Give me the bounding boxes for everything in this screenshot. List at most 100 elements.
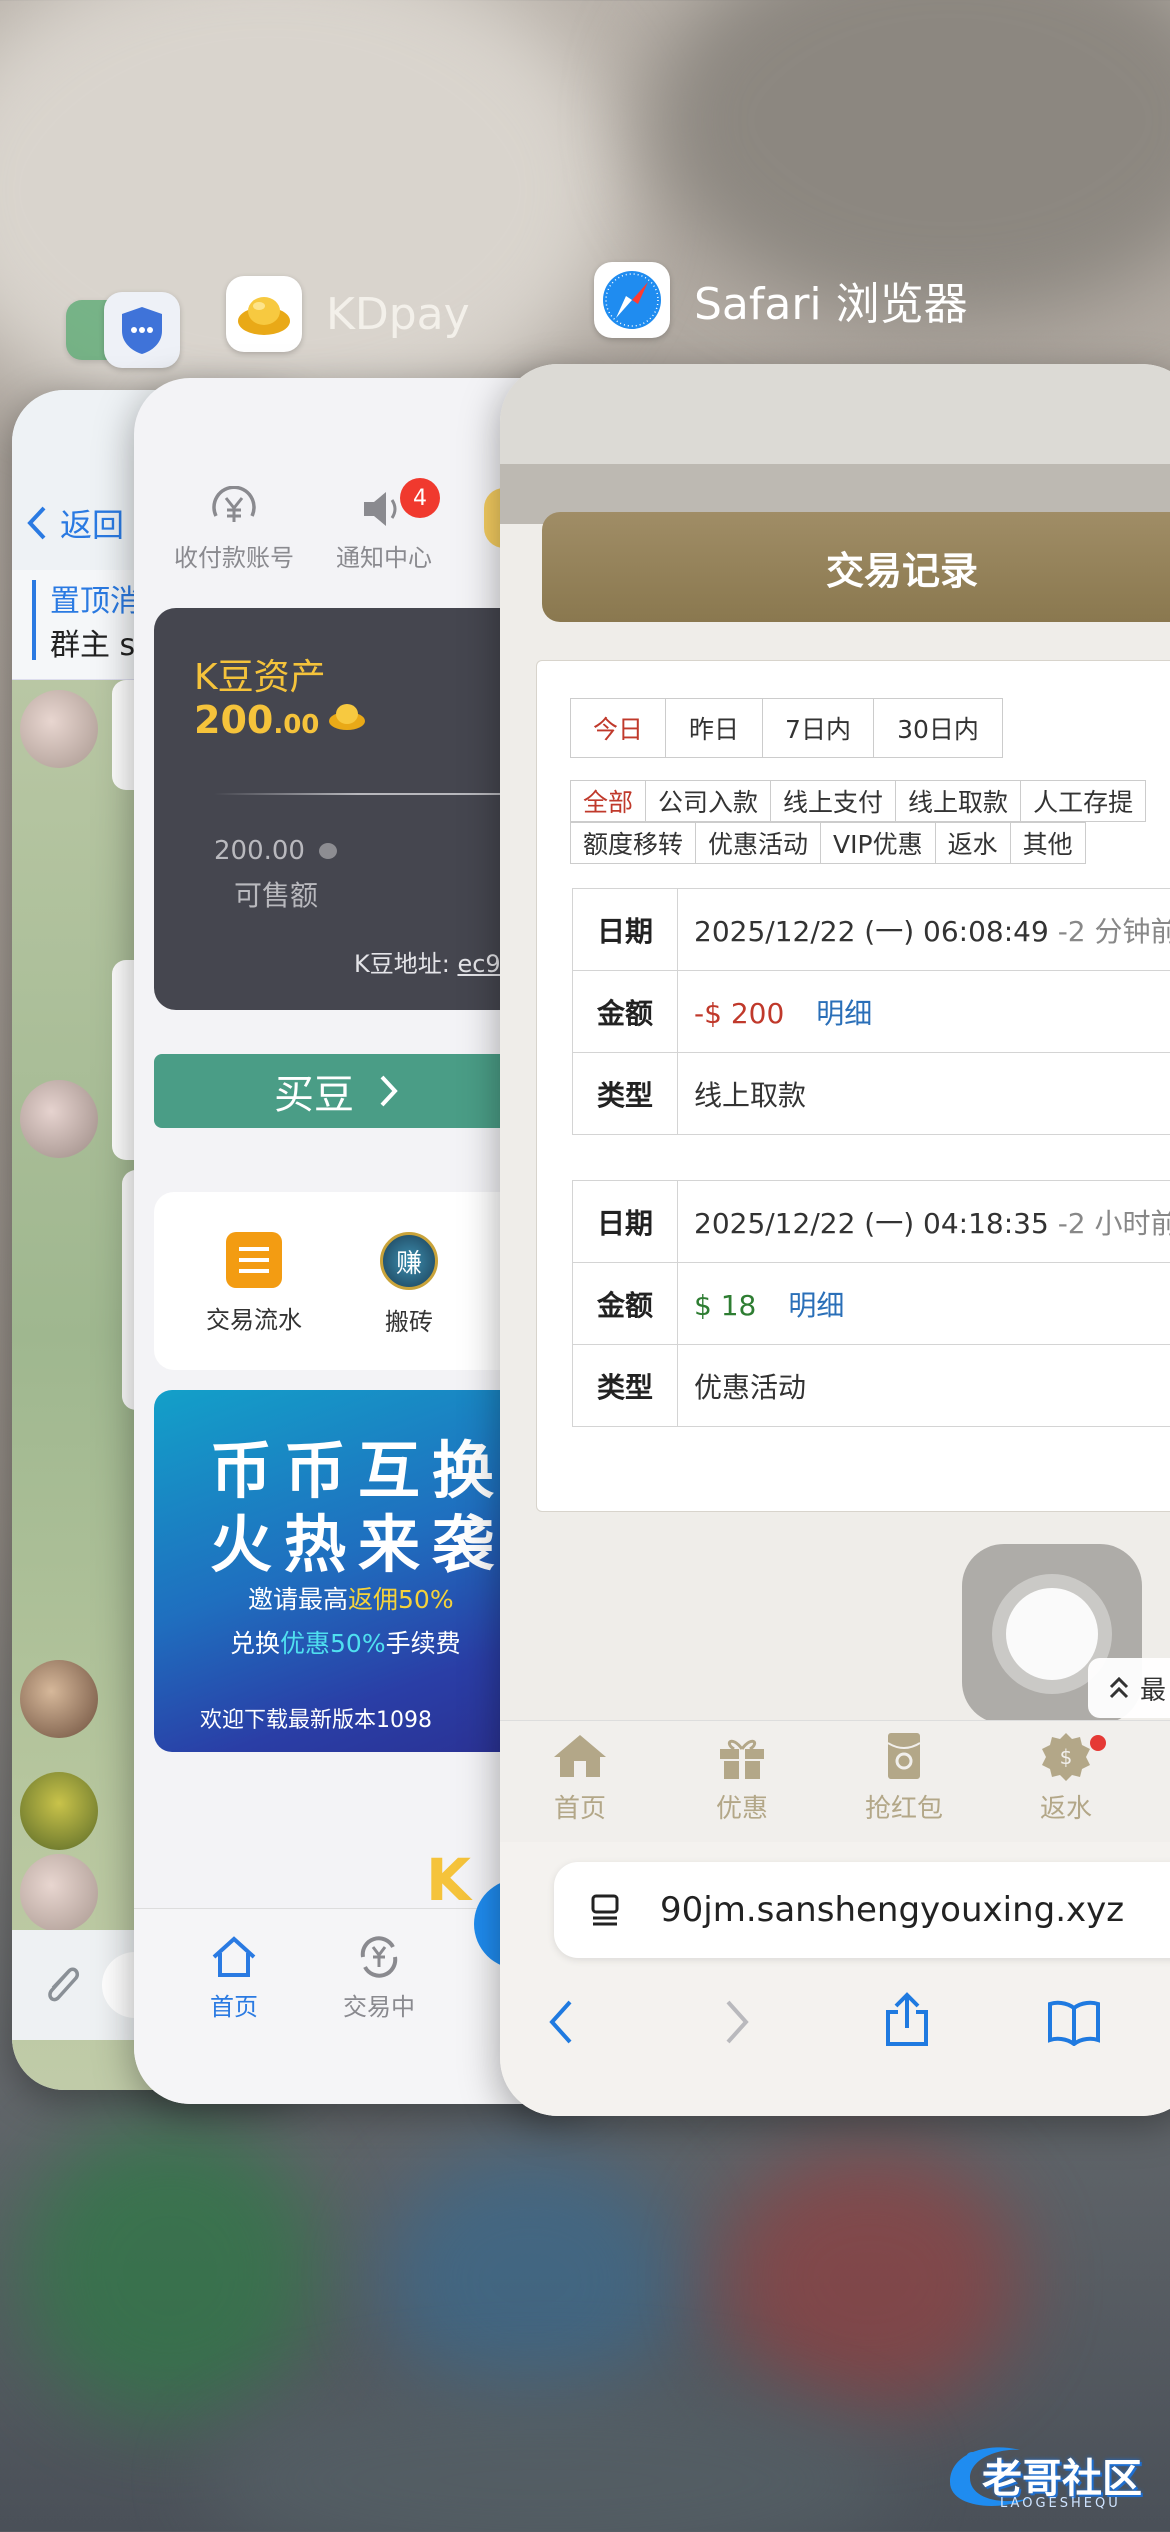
tab-trading-label: 交易中 — [343, 1993, 415, 2021]
banner-swap: 兑换优惠50%手续费 — [230, 1624, 461, 1660]
payment-account-nav[interactable]: 收付款账号 — [164, 485, 304, 573]
watermark-sub: LAOGESHEQU — [1000, 2496, 1121, 2511]
back-to-top-label: 最 — [1140, 1675, 1167, 1706]
status-bar-area — [500, 364, 1170, 464]
site-nav-promo[interactable]: 优惠 — [682, 1731, 802, 1825]
safari-toolbar: 90jm.sanshengyouxing.xyz — [500, 1842, 1170, 2116]
earn-label: 搬砖 — [385, 1308, 433, 1336]
address-label: K豆地址: — [354, 950, 450, 978]
paperclip-icon[interactable] — [40, 1958, 84, 2010]
table-row: 类型 优惠活动 — [572, 1344, 1170, 1427]
banner-download: 欢迎下载最新版本1098 — [200, 1708, 432, 1733]
record-amount-value: $ 18 — [694, 1288, 757, 1322]
sellable-value-text: 200.00 — [214, 836, 305, 866]
home-icon — [554, 1735, 606, 1777]
table-row: 日期 2025/12/22 (一) 04:18:35 -2 小时前 — [572, 1180, 1170, 1263]
type-filter-other[interactable]: 其他 — [1009, 822, 1086, 864]
tab-home[interactable]: 首页 — [184, 1933, 284, 2022]
record-amount: -$ 200 明细 — [677, 970, 1170, 1053]
record-type: 优惠活动 — [677, 1344, 1170, 1427]
buy-label: 买豆 — [274, 1072, 354, 1118]
banner-swap-post: 手续费 — [385, 1629, 461, 1658]
avatar[interactable] — [20, 690, 98, 768]
earn-icon: 赚 — [380, 1232, 438, 1290]
notification-badge: 4 — [400, 478, 440, 518]
kdpay-app-label[interactable]: KDpay — [226, 276, 470, 352]
asset-amount: 200 .00 — [194, 698, 367, 742]
rebate-dot-badge — [1090, 1735, 1106, 1751]
page-menu-icon[interactable] — [590, 1893, 620, 1927]
kdpay-k-logo: K — [426, 1846, 471, 1914]
record-date-value: 2025/12/22 (一) 04:18:35 — [694, 1206, 1049, 1240]
kdou-address: K豆地址: ec9 — [354, 944, 501, 979]
range-filter-today[interactable]: 今日 — [570, 698, 666, 758]
address-bar[interactable]: 90jm.sanshengyouxing.xyz — [554, 1862, 1170, 1958]
record-amount-value: -$ 200 — [694, 996, 785, 1030]
record-amount-label: 金额 — [572, 970, 678, 1053]
banner-swap-pre: 兑换 — [230, 1629, 281, 1658]
share-icon[interactable] — [884, 1992, 930, 2048]
site-nav-home-label: 首页 — [553, 1794, 606, 1824]
avatar[interactable] — [20, 1080, 98, 1158]
range-filter-yesterday[interactable]: 昨日 — [665, 698, 763, 758]
gift-icon — [720, 1739, 764, 1779]
record-type-label: 类型 — [572, 1052, 678, 1135]
safari-app-label[interactable]: Safari 浏览器 — [594, 262, 968, 338]
type-filter-all[interactable]: 全部 — [570, 780, 647, 822]
type-filter-online-withdraw[interactable]: 线上取款 — [895, 780, 1022, 822]
banner-line2: 火热来袭 — [210, 1508, 507, 1581]
type-filter-rebate[interactable]: 返水 — [934, 822, 1011, 864]
dollar-badge-icon: $ — [1042, 1733, 1090, 1781]
coin-icon — [319, 843, 338, 859]
range-filter-7days[interactable]: 7日内 — [762, 698, 874, 758]
notification-center-label: 通知中心 — [336, 544, 432, 572]
type-filter-vip[interactable]: VIP优惠 — [820, 822, 936, 864]
table-row: 金额 $ 18 明细 — [572, 1262, 1170, 1345]
table-row: 日期 2025/12/22 (一) 06:08:49 -2 分钟前 — [572, 888, 1170, 971]
notification-center-nav[interactable]: 通知中心 4 — [314, 478, 454, 573]
type-filter-promo[interactable]: 优惠活动 — [695, 822, 822, 864]
avatar[interactable] — [20, 1854, 98, 1932]
svg-text:$: $ — [1060, 1745, 1073, 1769]
banner-swap-hi: 优惠50% — [280, 1629, 386, 1658]
record-ago: -2 小时前 — [1057, 1206, 1170, 1240]
list-icon — [226, 1232, 282, 1288]
transaction-flow-item[interactable]: 交易流水 — [184, 1232, 324, 1335]
address-value[interactable]: ec9 — [457, 950, 500, 978]
back-label: 返回 — [60, 506, 125, 544]
group-owner-text: 群主 s — [50, 628, 136, 663]
kdpay-app-name: KDpay — [326, 288, 470, 340]
site-nav-home[interactable]: 首页 — [520, 1731, 640, 1825]
shield-chat-app-icon[interactable] — [104, 292, 180, 368]
forward-arrow-icon[interactable] — [722, 1998, 752, 2046]
earn-item[interactable]: 赚 搬砖 — [344, 1232, 474, 1337]
safari-compass-icon — [594, 262, 670, 338]
type-filter-row-1: 全部 公司入款 线上支付 线上取款 人工存提 — [570, 780, 1147, 822]
record-detail-link[interactable]: 明细 — [788, 1289, 844, 1322]
payment-account-label: 收付款账号 — [174, 544, 294, 572]
back-button[interactable]: 返回 — [26, 500, 124, 546]
back-arrow-icon[interactable] — [546, 1998, 576, 2046]
home-icon — [212, 1936, 256, 1977]
site-nav-rebate[interactable]: $ 返水 — [1006, 1731, 1126, 1825]
double-chevron-up-icon — [1109, 1676, 1129, 1699]
site-nav-red-packet[interactable]: 抢红包 — [844, 1731, 964, 1825]
tab-home-label: 首页 — [210, 1993, 258, 2021]
type-filter-company-deposit[interactable]: 公司入款 — [645, 780, 772, 822]
type-filter-online-pay[interactable]: 线上支付 — [770, 780, 897, 822]
type-filter-transfer[interactable]: 额度移转 — [570, 822, 697, 864]
back-to-top-button[interactable]: 最 — [1088, 1658, 1170, 1718]
transaction-flow-label: 交易流水 — [206, 1306, 302, 1334]
avatar[interactable] — [20, 1772, 98, 1850]
safari-app-card[interactable]: 交易记录 今日 昨日 7日内 30日内 全部 公司入款 线上支付 线上取款 人工… — [500, 364, 1170, 2116]
record-detail-link[interactable]: 明细 — [816, 997, 872, 1030]
range-filter-30days[interactable]: 30日内 — [873, 698, 1003, 758]
record-date-label: 日期 — [572, 1180, 678, 1263]
record-ago: -2 分钟前 — [1057, 914, 1170, 948]
type-filter-manual[interactable]: 人工存提 — [1020, 780, 1147, 822]
record-2: 日期 2025/12/22 (一) 04:18:35 -2 小时前 金额 $ 1… — [572, 1180, 1170, 1427]
record-1: 日期 2025/12/22 (一) 06:08:49 -2 分钟前 金额 -$ … — [572, 888, 1170, 1135]
tab-trading[interactable]: 交易中 — [324, 1933, 434, 2022]
bookmarks-icon[interactable] — [1046, 1998, 1102, 2046]
avatar[interactable] — [20, 1660, 98, 1738]
